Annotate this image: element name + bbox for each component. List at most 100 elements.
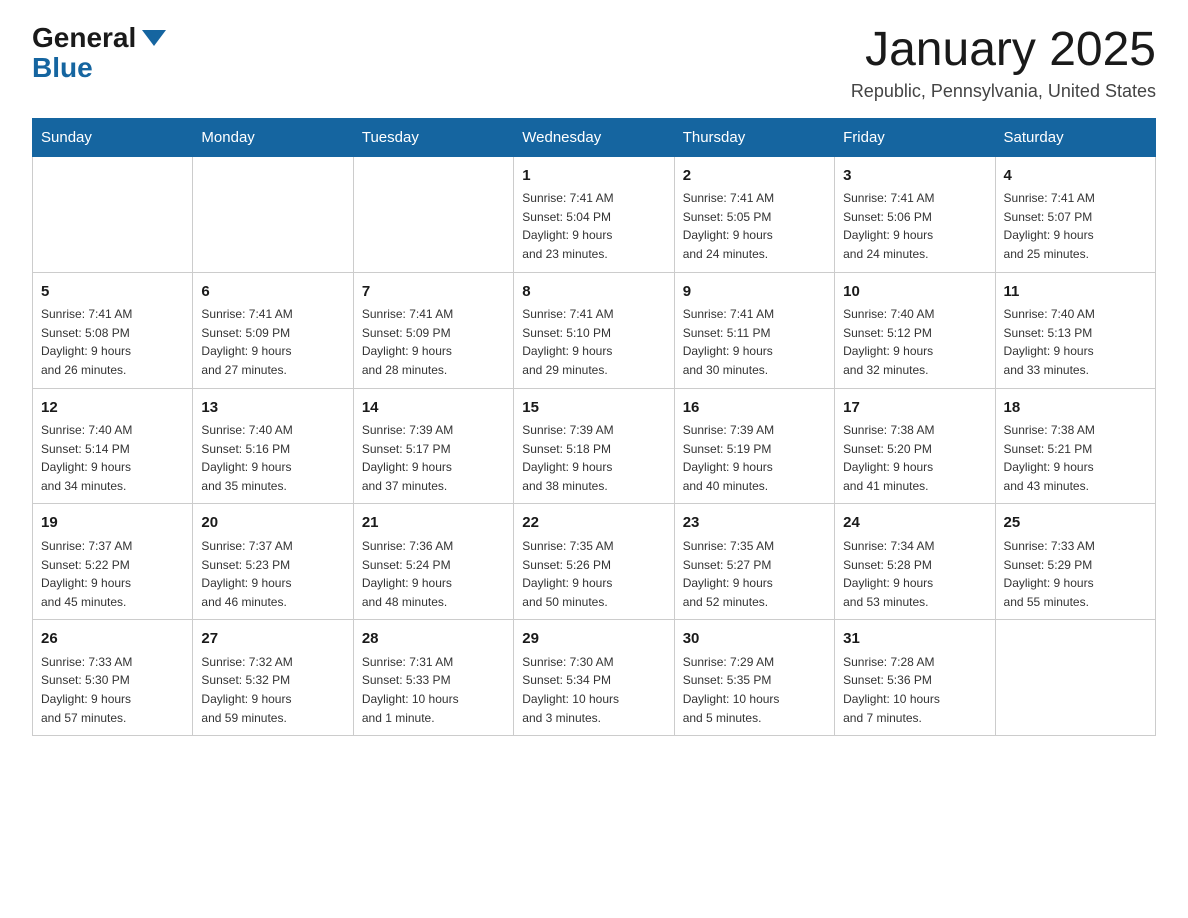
day-info: Sunrise: 7:33 AM Sunset: 5:30 PM Dayligh… [41,653,184,727]
logo-blue-text: Blue [32,52,93,84]
day-info: Sunrise: 7:29 AM Sunset: 5:35 PM Dayligh… [683,653,826,727]
calendar-week-row: 12Sunrise: 7:40 AM Sunset: 5:14 PM Dayli… [33,388,1156,504]
calendar-table: SundayMondayTuesdayWednesdayThursdayFrid… [32,118,1156,736]
day-info: Sunrise: 7:39 AM Sunset: 5:19 PM Dayligh… [683,421,826,495]
day-number: 3 [843,165,986,188]
logo-arrow-icon [142,30,166,46]
day-info: Sunrise: 7:41 AM Sunset: 5:09 PM Dayligh… [201,305,344,379]
day-number: 20 [201,512,344,535]
title-section: January 2025 Republic, Pennsylvania, Uni… [851,24,1156,102]
day-info: Sunrise: 7:39 AM Sunset: 5:18 PM Dayligh… [522,421,665,495]
day-number: 4 [1004,165,1147,188]
day-info: Sunrise: 7:38 AM Sunset: 5:21 PM Dayligh… [1004,421,1147,495]
day-info: Sunrise: 7:35 AM Sunset: 5:27 PM Dayligh… [683,537,826,611]
day-info: Sunrise: 7:37 AM Sunset: 5:22 PM Dayligh… [41,537,184,611]
day-number: 14 [362,397,505,420]
calendar-day-cell: 16Sunrise: 7:39 AM Sunset: 5:19 PM Dayli… [674,388,834,504]
calendar-day-cell: 2Sunrise: 7:41 AM Sunset: 5:05 PM Daylig… [674,156,834,272]
calendar-day-cell: 24Sunrise: 7:34 AM Sunset: 5:28 PM Dayli… [835,504,995,620]
page-title: January 2025 [851,24,1156,77]
day-info: Sunrise: 7:32 AM Sunset: 5:32 PM Dayligh… [201,653,344,727]
calendar-day-cell: 13Sunrise: 7:40 AM Sunset: 5:16 PM Dayli… [193,388,353,504]
day-info: Sunrise: 7:41 AM Sunset: 5:06 PM Dayligh… [843,189,986,263]
day-number: 8 [522,281,665,304]
calendar-day-cell: 28Sunrise: 7:31 AM Sunset: 5:33 PM Dayli… [353,620,513,736]
calendar-day-header: Wednesday [514,118,674,156]
calendar-day-header: Friday [835,118,995,156]
day-number: 2 [683,165,826,188]
day-number: 29 [522,628,665,651]
day-number: 10 [843,281,986,304]
day-info: Sunrise: 7:41 AM Sunset: 5:04 PM Dayligh… [522,189,665,263]
calendar-week-row: 5Sunrise: 7:41 AM Sunset: 5:08 PM Daylig… [33,272,1156,388]
calendar-day-cell: 27Sunrise: 7:32 AM Sunset: 5:32 PM Dayli… [193,620,353,736]
day-number: 18 [1004,397,1147,420]
calendar-day-cell [33,156,193,272]
day-number: 28 [362,628,505,651]
calendar-day-cell: 29Sunrise: 7:30 AM Sunset: 5:34 PM Dayli… [514,620,674,736]
calendar-week-row: 19Sunrise: 7:37 AM Sunset: 5:22 PM Dayli… [33,504,1156,620]
day-info: Sunrise: 7:40 AM Sunset: 5:14 PM Dayligh… [41,421,184,495]
day-info: Sunrise: 7:40 AM Sunset: 5:13 PM Dayligh… [1004,305,1147,379]
calendar-day-cell [995,620,1155,736]
day-number: 12 [41,397,184,420]
day-number: 15 [522,397,665,420]
calendar-day-cell: 9Sunrise: 7:41 AM Sunset: 5:11 PM Daylig… [674,272,834,388]
day-number: 27 [201,628,344,651]
calendar-week-row: 1Sunrise: 7:41 AM Sunset: 5:04 PM Daylig… [33,156,1156,272]
calendar-day-cell: 23Sunrise: 7:35 AM Sunset: 5:27 PM Dayli… [674,504,834,620]
calendar-day-cell: 20Sunrise: 7:37 AM Sunset: 5:23 PM Dayli… [193,504,353,620]
day-number: 11 [1004,281,1147,304]
day-number: 5 [41,281,184,304]
day-info: Sunrise: 7:39 AM Sunset: 5:17 PM Dayligh… [362,421,505,495]
day-info: Sunrise: 7:41 AM Sunset: 5:05 PM Dayligh… [683,189,826,263]
day-number: 16 [683,397,826,420]
day-number: 1 [522,165,665,188]
calendar-day-cell: 7Sunrise: 7:41 AM Sunset: 5:09 PM Daylig… [353,272,513,388]
day-info: Sunrise: 7:38 AM Sunset: 5:20 PM Dayligh… [843,421,986,495]
day-info: Sunrise: 7:41 AM Sunset: 5:08 PM Dayligh… [41,305,184,379]
calendar-day-cell: 31Sunrise: 7:28 AM Sunset: 5:36 PM Dayli… [835,620,995,736]
day-info: Sunrise: 7:34 AM Sunset: 5:28 PM Dayligh… [843,537,986,611]
calendar-day-cell: 12Sunrise: 7:40 AM Sunset: 5:14 PM Dayli… [33,388,193,504]
day-info: Sunrise: 7:37 AM Sunset: 5:23 PM Dayligh… [201,537,344,611]
calendar-day-cell: 3Sunrise: 7:41 AM Sunset: 5:06 PM Daylig… [835,156,995,272]
day-number: 13 [201,397,344,420]
day-number: 25 [1004,512,1147,535]
logo: General Blue [32,24,166,84]
day-number: 24 [843,512,986,535]
calendar-day-cell [193,156,353,272]
calendar-day-header: Tuesday [353,118,513,156]
calendar-day-header: Sunday [33,118,193,156]
calendar-day-cell: 6Sunrise: 7:41 AM Sunset: 5:09 PM Daylig… [193,272,353,388]
day-number: 26 [41,628,184,651]
calendar-day-header: Saturday [995,118,1155,156]
calendar-day-cell: 19Sunrise: 7:37 AM Sunset: 5:22 PM Dayli… [33,504,193,620]
calendar-day-cell: 18Sunrise: 7:38 AM Sunset: 5:21 PM Dayli… [995,388,1155,504]
day-info: Sunrise: 7:41 AM Sunset: 5:09 PM Dayligh… [362,305,505,379]
calendar-week-row: 26Sunrise: 7:33 AM Sunset: 5:30 PM Dayli… [33,620,1156,736]
day-info: Sunrise: 7:40 AM Sunset: 5:16 PM Dayligh… [201,421,344,495]
day-number: 17 [843,397,986,420]
calendar-day-cell: 15Sunrise: 7:39 AM Sunset: 5:18 PM Dayli… [514,388,674,504]
day-number: 21 [362,512,505,535]
calendar-day-cell: 8Sunrise: 7:41 AM Sunset: 5:10 PM Daylig… [514,272,674,388]
day-number: 9 [683,281,826,304]
calendar-day-cell: 21Sunrise: 7:36 AM Sunset: 5:24 PM Dayli… [353,504,513,620]
day-info: Sunrise: 7:35 AM Sunset: 5:26 PM Dayligh… [522,537,665,611]
calendar-day-header: Monday [193,118,353,156]
day-info: Sunrise: 7:33 AM Sunset: 5:29 PM Dayligh… [1004,537,1147,611]
calendar-day-cell: 30Sunrise: 7:29 AM Sunset: 5:35 PM Dayli… [674,620,834,736]
calendar-day-cell: 25Sunrise: 7:33 AM Sunset: 5:29 PM Dayli… [995,504,1155,620]
calendar-day-cell [353,156,513,272]
calendar-day-cell: 10Sunrise: 7:40 AM Sunset: 5:12 PM Dayli… [835,272,995,388]
calendar-day-cell: 26Sunrise: 7:33 AM Sunset: 5:30 PM Dayli… [33,620,193,736]
day-info: Sunrise: 7:41 AM Sunset: 5:11 PM Dayligh… [683,305,826,379]
logo-general-text: General [32,24,166,52]
calendar-day-cell: 17Sunrise: 7:38 AM Sunset: 5:20 PM Dayli… [835,388,995,504]
calendar-day-cell: 22Sunrise: 7:35 AM Sunset: 5:26 PM Dayli… [514,504,674,620]
calendar-day-header: Thursday [674,118,834,156]
calendar-day-cell: 14Sunrise: 7:39 AM Sunset: 5:17 PM Dayli… [353,388,513,504]
day-number: 19 [41,512,184,535]
day-number: 22 [522,512,665,535]
